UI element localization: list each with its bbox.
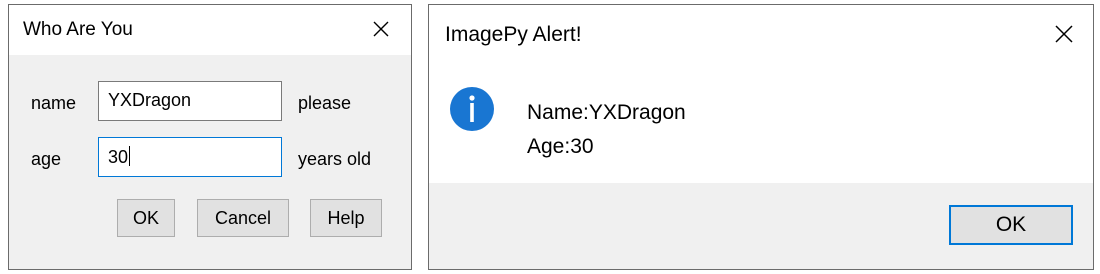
imagepy-alert-dialog: ImagePy Alert! Name:YXDragon Age:30 OK <box>428 4 1094 270</box>
alert-message-name: Name:YXDragon <box>527 101 686 124</box>
age-input-value: 30 <box>108 147 129 167</box>
alert-dialog-content: Name:YXDragon Age:30 <box>429 63 1093 187</box>
age-input[interactable]: 30 <box>98 137 282 177</box>
who-dialog-title: Who Are You <box>23 19 133 40</box>
who-dialog-titlebar: Who Are You <box>9 5 411 55</box>
name-suffix-label: please <box>298 93 352 113</box>
age-label: age <box>31 149 62 169</box>
ok-button[interactable]: OK <box>117 199 175 237</box>
ok-button[interactable]: OK <box>949 205 1073 245</box>
alert-dialog-title: ImagePy Alert! <box>445 23 582 46</box>
alert-dialog-footer: OK <box>429 183 1093 269</box>
help-button[interactable]: Help <box>310 199 382 237</box>
name-label: name <box>31 93 77 113</box>
info-icon <box>449 86 495 132</box>
alert-dialog-titlebar: ImagePy Alert! <box>429 5 1093 63</box>
who-dialog-body: name YXDragon please age 30 years old OK… <box>9 55 411 269</box>
text-caret <box>129 146 131 166</box>
name-input-value: YXDragon <box>108 90 192 110</box>
close-icon[interactable] <box>1051 21 1077 47</box>
close-icon[interactable] <box>369 17 393 41</box>
who-are-you-dialog: Who Are You name YXDragon please age 30 … <box>8 4 412 270</box>
age-suffix-label: years old <box>298 149 372 169</box>
alert-message-age: Age:30 <box>527 135 594 158</box>
cancel-button[interactable]: Cancel <box>197 199 289 237</box>
name-input[interactable]: YXDragon <box>98 81 282 121</box>
